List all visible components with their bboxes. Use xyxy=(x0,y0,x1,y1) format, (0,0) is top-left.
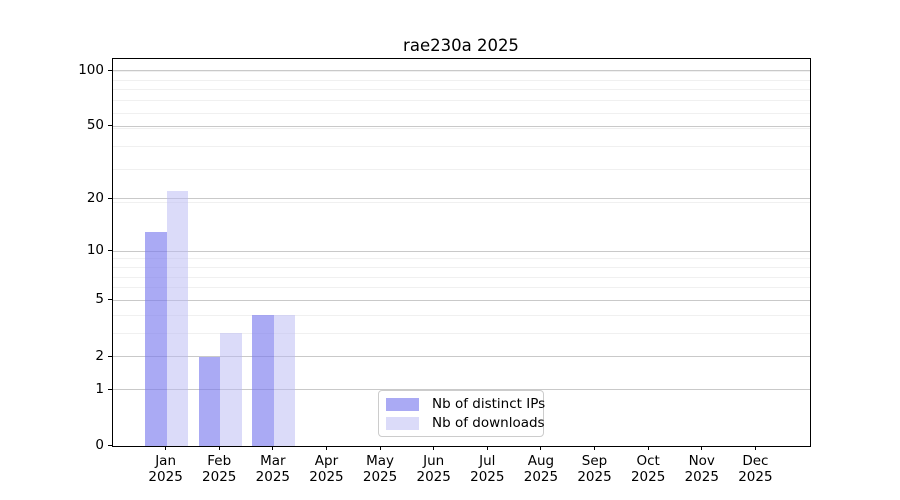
y-minor-gridline xyxy=(113,89,810,91)
x-tick-mark xyxy=(540,446,542,450)
y-minor-gridline xyxy=(113,127,810,129)
y-tick-mark xyxy=(108,388,112,390)
y-tick-label: 0 xyxy=(95,437,104,453)
y-tick-mark xyxy=(108,445,112,446)
x-tick-label: Jan 2025 xyxy=(148,453,183,485)
x-tick-label: Apr 2025 xyxy=(309,453,344,485)
x-tick-mark xyxy=(379,446,381,450)
x-tick-mark xyxy=(433,446,435,450)
x-tick-mark xyxy=(325,446,327,450)
y-minor-gridline xyxy=(113,287,810,289)
plot-area xyxy=(112,58,811,447)
x-tick-label: Jul 2025 xyxy=(470,453,505,485)
y-tick-label: 1 xyxy=(95,380,104,397)
x-tick-label: Dec 2025 xyxy=(738,453,773,485)
y-minor-gridline xyxy=(113,258,810,260)
legend-item-downloads: Nb of downloads xyxy=(386,414,545,433)
y-tick-label: 5 xyxy=(95,291,104,308)
y-tick-mark xyxy=(108,250,112,252)
x-tick-mark xyxy=(486,446,488,450)
bar-distinct-ips-feb xyxy=(198,356,221,446)
bar-distinct-ips-jan xyxy=(145,231,167,446)
y-tick-mark xyxy=(108,125,112,127)
x-tick-mark xyxy=(272,446,274,450)
y-minor-gridline xyxy=(113,145,810,147)
legend-item-distinct-ips: Nb of distinct IPs xyxy=(386,395,545,414)
x-tick-mark xyxy=(165,446,167,450)
x-tick-mark xyxy=(647,446,649,450)
y-minor-gridline xyxy=(113,276,810,278)
y-tick-mark xyxy=(108,355,112,357)
x-tick-label: Oct 2025 xyxy=(630,453,666,485)
y-minor-gridline xyxy=(113,266,810,268)
legend-swatch-distinct-ips xyxy=(386,398,419,411)
y-tick-label: 20 xyxy=(86,189,104,206)
bar-distinct-ips-mar xyxy=(252,315,274,446)
y-minor-gridline xyxy=(113,332,810,334)
y-major-gridline xyxy=(113,299,810,301)
y-minor-gridline xyxy=(113,100,810,102)
y-tick-label: 2 xyxy=(95,347,104,364)
x-tick-label: Mar 2025 xyxy=(255,453,291,485)
y-tick-label: 100 xyxy=(78,61,104,78)
y-minor-gridline xyxy=(113,202,810,204)
x-tick-mark xyxy=(218,446,220,450)
y-tick-label: 10 xyxy=(86,242,104,259)
x-tick-mark xyxy=(754,446,756,450)
x-tick-label: May 2025 xyxy=(362,453,398,485)
x-tick-mark xyxy=(701,446,703,450)
y-major-gridline xyxy=(113,198,810,200)
x-tick-label: Sep 2025 xyxy=(577,453,612,485)
x-tick-label: Jun 2025 xyxy=(416,453,451,485)
y-major-gridline xyxy=(113,70,810,72)
legend-label-downloads: Nb of downloads xyxy=(432,415,545,431)
y-minor-gridline xyxy=(113,112,810,114)
x-tick-label: Aug 2025 xyxy=(523,453,559,485)
y-major-gridline xyxy=(113,250,810,252)
y-tick-mark xyxy=(108,299,112,301)
y-minor-gridline xyxy=(113,79,810,81)
legend-label-distinct-ips: Nb of distinct IPs xyxy=(432,396,546,412)
legend-swatch-downloads xyxy=(386,417,419,430)
chart-title: rae230a 2025 xyxy=(403,36,519,55)
y-minor-gridline xyxy=(113,169,810,171)
bar-downloads-jan xyxy=(166,191,189,446)
x-tick-mark xyxy=(594,446,596,450)
y-major-gridline xyxy=(113,125,810,127)
bar-downloads-mar xyxy=(273,315,296,446)
x-tick-label: Nov 2025 xyxy=(684,453,719,485)
y-minor-gridline xyxy=(113,314,810,316)
y-tick-mark xyxy=(108,197,112,199)
x-tick-label: Feb 2025 xyxy=(202,453,237,485)
y-tick-label: 50 xyxy=(86,117,104,134)
figure: rae230a 2025 Nb of distinct IPs Nb of do… xyxy=(0,0,900,500)
y-tick-mark xyxy=(108,69,112,71)
bar-downloads-feb xyxy=(220,333,242,446)
legend: Nb of distinct IPs Nb of downloads xyxy=(378,390,545,437)
